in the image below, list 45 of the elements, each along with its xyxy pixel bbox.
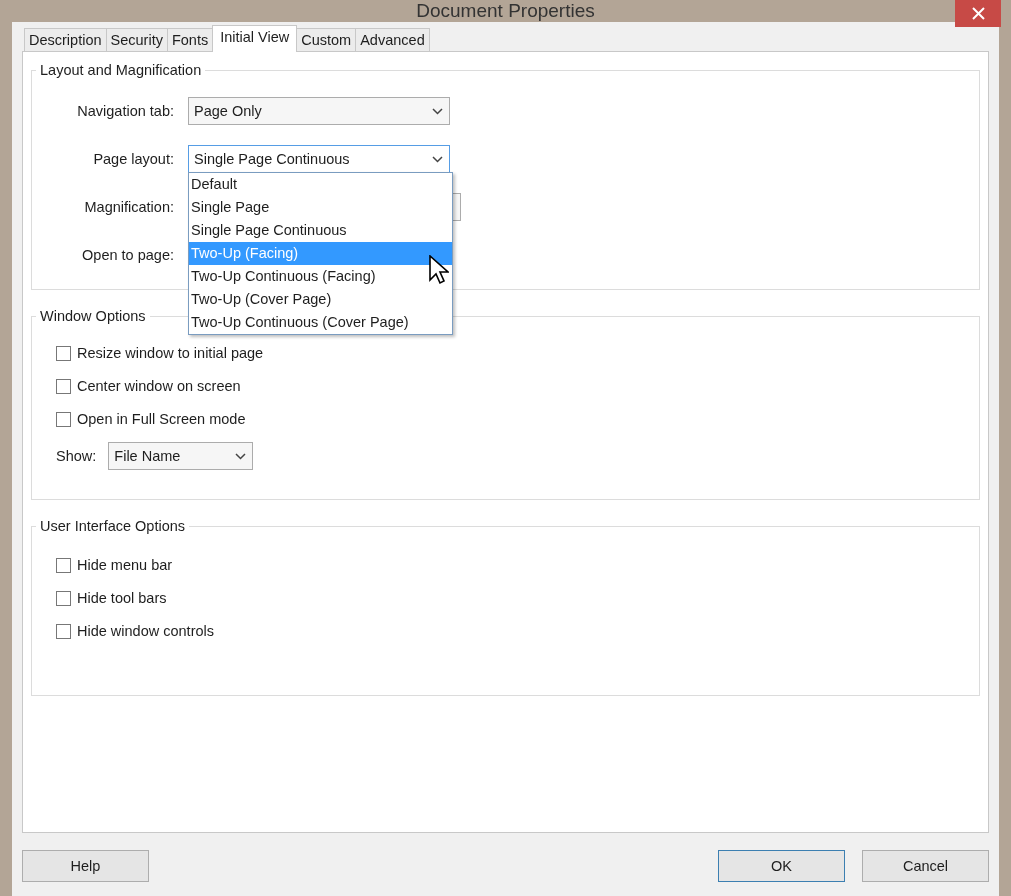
tab[interactable]: Security [105,28,168,52]
group-title: Window Options [36,307,150,325]
checkbox-label: Center window on screen [77,378,241,394]
checkbox[interactable] [56,345,71,361]
checkbox-label: Hide tool bars [77,590,167,606]
close-button[interactable] [955,0,1001,27]
navigation-tab-select[interactable]: Page Only [188,97,450,125]
checkbox[interactable] [56,411,71,427]
caret-icon [235,452,247,460]
checkbox-label: Resize window to initial page [77,345,264,361]
checkbox[interactable] [56,623,71,639]
dropdown-option[interactable]: Two-Up Continuous (Cover Page) [189,311,452,334]
field-label: Page layout: [92,151,175,167]
dialog-button[interactable]: Cancel [862,850,989,882]
checkbox[interactable] [56,590,71,606]
caret-icon [432,155,443,163]
field-label: Magnification: [83,199,175,215]
field-label: Show: [56,448,98,464]
field-label: Navigation tab: [76,103,175,119]
tab[interactable]: Description [24,28,107,52]
cursor-icon [429,255,449,285]
checkbox-label: Open in Full Screen mode [77,411,246,427]
dialog-button[interactable]: Help [22,850,149,882]
show-select[interactable]: File Name [108,442,254,470]
tab[interactable]: Custom [296,28,357,52]
checkbox-label: Hide window controls [77,623,214,639]
checkbox-label: Hide menu bar [77,557,173,573]
page-layout-select[interactable]: Single Page Continuous [188,145,450,173]
tab[interactable]: Fonts [166,28,214,52]
dropdown-option[interactable]: Single Page [189,196,452,219]
dropdown-option[interactable]: Two-Up (Cover Page) [189,288,452,311]
dialog-button[interactable]: OK [718,850,845,882]
tab[interactable]: Advanced [355,28,430,52]
group-title: Layout and Magnification [36,61,206,79]
dropdown-option[interactable]: Two-Up Continuous (Facing) [189,265,452,288]
checkbox[interactable] [56,557,71,573]
dropdown-option[interactable]: Single Page Continuous [189,219,452,242]
checkbox[interactable] [56,378,71,394]
window-title: Document Properties [416,0,595,22]
group-title: User Interface Options [36,517,190,535]
close-icon [971,7,985,20]
dropdown-option[interactable]: Default [189,173,452,196]
field-label: Open to page: [81,247,175,263]
caret-icon [432,107,443,115]
tab[interactable]: Initial View [212,25,298,52]
